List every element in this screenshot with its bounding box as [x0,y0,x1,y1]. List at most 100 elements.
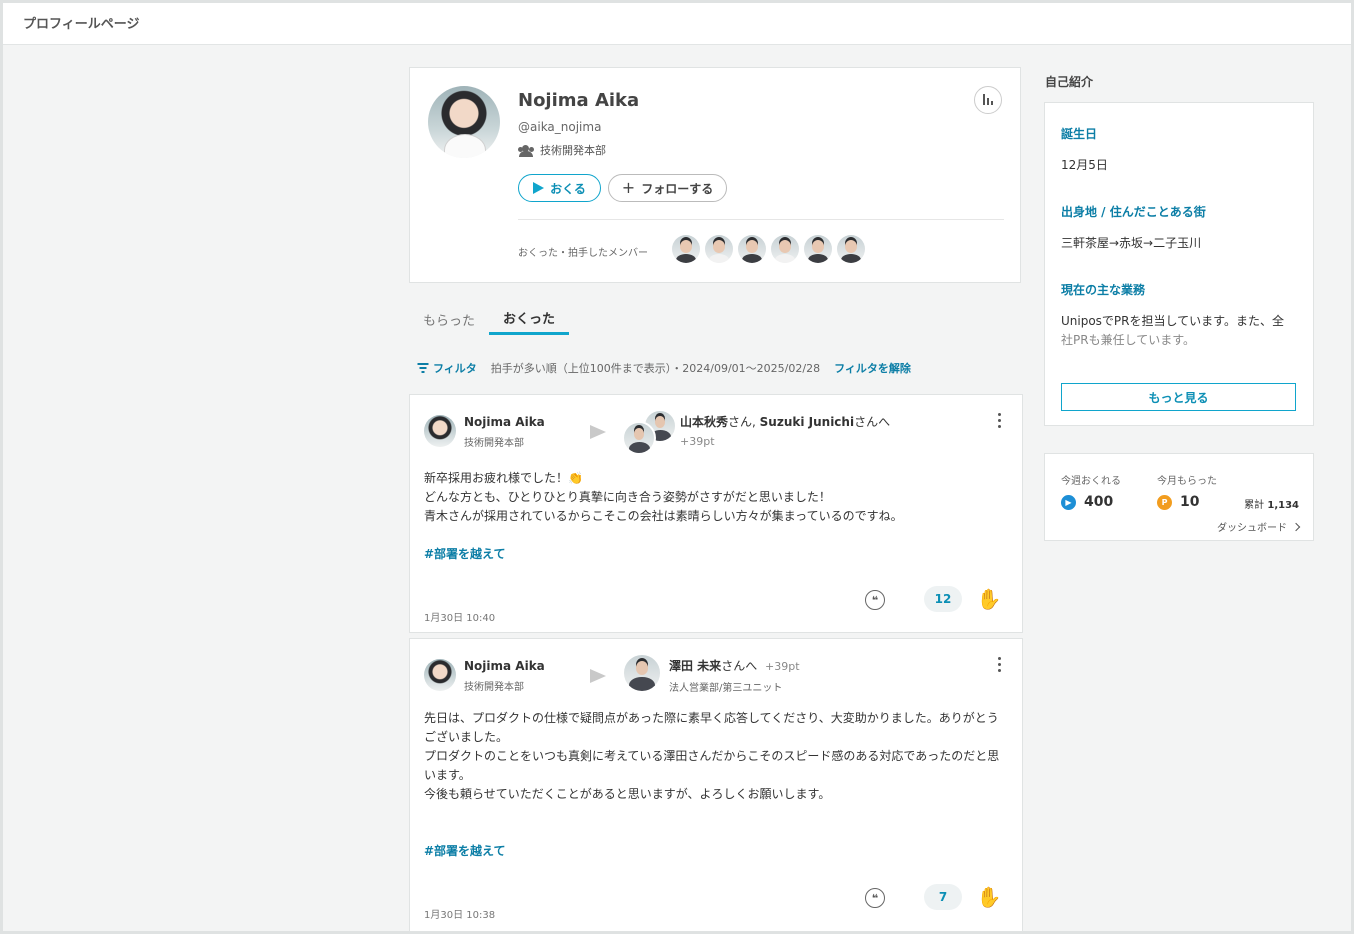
people-icon [518,145,534,157]
profile-avatar [428,86,500,158]
recipient-avatar[interactable] [622,653,662,693]
member-avatars [672,235,865,263]
show-more-button[interactable]: もっと見る [1061,383,1296,411]
post-points: +39pt [680,435,715,448]
sender-department: 技術開発本部 [464,438,524,449]
sender-avatar[interactable] [424,659,456,691]
post-timestamp: 1月30日 10:38 [424,910,496,921]
quote-icon[interactable]: ❝ [865,590,885,610]
sender-name[interactable]: Nojima Aika [464,415,545,429]
more-options-icon[interactable] [998,657,1002,672]
hashtag-link[interactable]: #部署を越えて [424,545,505,562]
sent-points-label: 今週おくれる [1061,476,1121,487]
birthday-label: 誕生日 [1061,127,1098,141]
sent-points: ▶ 400 [1061,494,1113,510]
plus-icon: + [621,178,636,197]
received-points-value: 10 [1180,494,1200,510]
profile-department-label: 技術開発本部 [540,144,606,157]
work-line: 社PRも兼任しています。 [1061,333,1196,347]
message-line: 新卒採用お疲れ様でした！👏 [424,471,583,485]
sender-department: 技術開発本部 [464,682,524,693]
member-avatar[interactable] [804,235,832,263]
recipient-suffix: さん, [728,415,760,429]
top-bar: プロフィールページ [3,3,1351,45]
profile-name: Nojima Aika [518,90,640,111]
post-message: 先日は、プロダクトの仕様で疑問点があった際に素早く応答してくださり、大変助かりま… [424,709,1010,804]
profile-card: Nojima Aika @aika_nojima 技術開発本部 おくる + フォ… [409,67,1021,283]
hometown-label: 出身地 / 住んだことある街 [1061,205,1206,219]
more-options-icon[interactable] [998,413,1002,428]
points-card: 今週おくれる ▶ 400 今月もらった P 10 累計 1,134 ダッシュボー… [1044,453,1314,541]
point-coin-icon: P [1157,494,1172,510]
message-line: 今後も頼らせていただくことがあると思いますが、よろしくお願いします。 [424,787,831,801]
tab-received[interactable]: もらった [409,303,489,335]
member-avatar[interactable] [837,235,865,263]
intro-card: 誕生日 12月5日 出身地 / 住んだことある街 三軒茶屋→赤坂→二子玉川 現在… [1044,102,1314,426]
filter-clear-link[interactable]: フィルタを解除 [834,360,911,376]
dashboard-label: ダッシュボード [1217,523,1287,534]
recipient-name: 澤田 未来 [669,659,722,673]
clap-icon[interactable]: ✋ [976,586,1002,612]
received-points: P 10 [1157,494,1199,510]
total-value: 1,134 [1267,500,1299,511]
page-title: プロフィールページ [23,17,140,32]
member-avatar[interactable] [672,235,700,263]
hometown-value: 三軒茶屋→赤坂→二子玉川 [1061,236,1202,250]
message-line: 先日は、プロダクトの仕様で疑問点があった際に素早く応答してくださり、大変助かりま… [424,711,999,744]
send-arrow-icon [590,425,606,439]
member-avatar[interactable] [705,235,733,263]
profile-department: 技術開発本部 [518,142,606,158]
message-line: プロダクトのことをいつも真剣に考えている澤田さんだからこそのスピード感のある対応… [424,749,1000,782]
quote-icon[interactable]: ❝ [865,888,885,908]
recipient-department: 法人営業部/第三ユニット [669,683,783,694]
total-points: 累計 1,134 [1244,496,1299,511]
intro-heading: 自己紹介 [1045,75,1094,89]
send-button[interactable]: おくる [518,174,601,202]
recipient-names[interactable]: 澤田 未来さんへ +39pt [669,657,800,674]
send-coin-icon: ▶ [1061,494,1076,510]
post-message: 新卒採用お疲れ様でした！👏 どんな方とも、ひとりひとり真摯に向き合う姿勢がさすが… [424,469,1010,526]
received-points-label: 今月もらった [1157,476,1217,487]
tab-sent[interactable]: おくった [489,303,570,335]
dashboard-link[interactable]: ダッシュボード [1217,519,1301,534]
clap-icon[interactable]: ✋ [976,884,1002,910]
recipient-suffix: さんへ [854,415,891,429]
filter-button[interactable]: フィルタ [417,360,477,376]
send-icon [533,182,545,194]
send-button-label: おくる [550,181,586,196]
post-points: +39pt [765,660,800,673]
chevron-right-icon [1291,522,1301,531]
post-card: Nojima Aika 技術開発本部 澤田 未来さんへ +39pt 法人営業部/… [409,638,1023,932]
divider [518,219,1004,220]
filter-bar: フィルタ 拍手が多い順（上位100件まで表示）・2024/09/01〜2025/… [417,360,911,376]
sender-name[interactable]: Nojima Aika [464,659,545,673]
clap-count[interactable]: 12 [924,586,962,612]
birthday-value: 12月5日 [1061,158,1108,172]
work-label: 現在の主な業務 [1061,283,1146,297]
stats-button[interactable] [974,86,1002,114]
send-arrow-icon [590,669,606,683]
hashtag-link[interactable]: #部署を越えて [424,842,505,859]
post-timestamp: 1月30日 10:40 [424,613,496,624]
recipient-names[interactable]: 山本秋秀さん, Suzuki Junichiさんへ [680,413,890,430]
clap-count[interactable]: 7 [924,884,962,910]
recipient-name: Suzuki Junichi [759,415,855,429]
follow-button[interactable]: + フォローする [608,174,727,202]
recipient-name: 山本秋秀 [680,415,729,429]
profile-handle: @aika_nojima [518,120,602,134]
message-line: 青木さんが採用されているからこそこの会社は素晴らしい方々が集まっているのですね。 [424,509,903,523]
message-line: どんな方とも、ひとりひとり真摯に向き合う姿勢がさすがだと思いました！ [424,490,831,504]
member-avatar[interactable] [771,235,799,263]
work-line: UniposでPRを担当しています。また、全 [1061,314,1284,328]
post-card: Nojima Aika 技術開発本部 山本秋秀さん, Suzuki Junich… [409,394,1023,633]
total-label: 累計 [1244,500,1265,511]
sent-points-value: 400 [1084,494,1114,510]
filter-description: 拍手が多い順（上位100件まで表示）・2024/09/01〜2025/02/28 [490,362,821,375]
recipient-avatar[interactable] [622,421,656,455]
members-label: おくった・拍手したメンバー [518,248,648,259]
member-avatar[interactable] [738,235,766,263]
filter-label: フィルタ [433,362,477,375]
sender-avatar[interactable] [424,415,456,447]
work-value: UniposでPRを担当しています。また、全 社PRも兼任しています。 [1061,312,1299,350]
recipient-suffix: さんへ [721,659,758,673]
